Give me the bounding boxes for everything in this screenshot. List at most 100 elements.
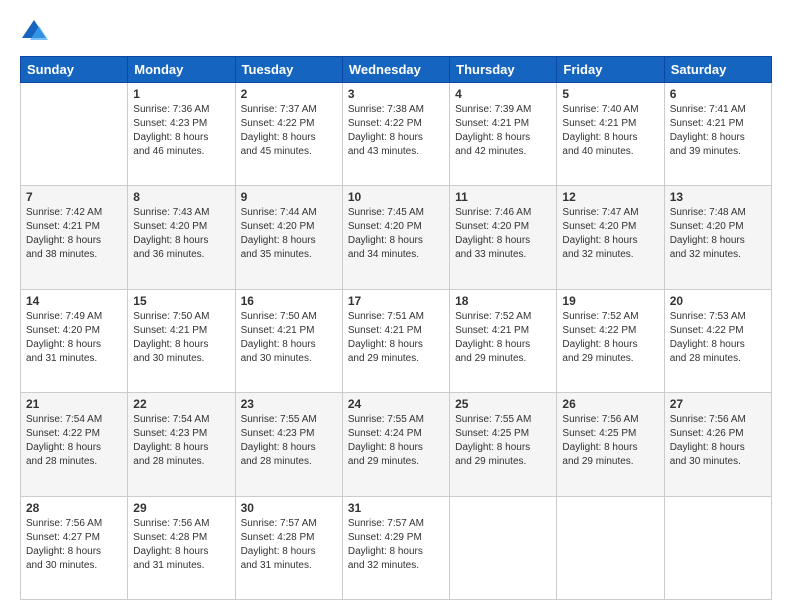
calendar-cell: 18Sunrise: 7:52 AMSunset: 4:21 PMDayligh… — [450, 289, 557, 392]
day-info: Sunrise: 7:37 AMSunset: 4:22 PMDaylight:… — [241, 103, 337, 159]
calendar-cell: 16Sunrise: 7:50 AMSunset: 4:21 PMDayligh… — [235, 289, 342, 392]
day-info: Sunrise: 7:56 AMSunset: 4:28 PMDaylight:… — [133, 517, 229, 573]
day-number: 23 — [241, 397, 337, 411]
logo-icon — [20, 18, 48, 46]
day-info: Sunrise: 7:55 AMSunset: 4:25 PMDaylight:… — [455, 413, 551, 469]
calendar-cell: 26 Sunrise: 7:56 AMSunset: 4:25 PMDayligh… — [557, 393, 664, 496]
calendar-cell: 4 Sunrise: 7:39 AMSunset: 4:21 PMDaylight… — [450, 83, 557, 186]
calendar-header-thursday: Thursday — [450, 57, 557, 83]
day-info: Sunrise: 7:39 AMSunset: 4:21 PMDaylight:… — [455, 103, 551, 159]
day-number: 7 — [26, 190, 122, 204]
calendar-cell — [664, 496, 771, 599]
day-info: Sunrise: 7:50 AMSunset: 4:21 PMDaylight:… — [133, 310, 229, 366]
calendar-cell: 15 Sunrise: 7:50 AMSunset: 4:21 PMDayligh… — [128, 289, 235, 392]
day-number: 30 — [241, 501, 337, 515]
day-info: Sunrise: 7:36 AMSunset: 4:23 PMDaylight:… — [133, 103, 229, 159]
day-info: Sunrise: 7:45 AMSunset: 4:20 PMDaylight:… — [348, 206, 444, 262]
day-number: 26 — [562, 397, 658, 411]
day-info: Sunrise: 7:57 AMSunset: 4:28 PMDaylight:… — [241, 517, 337, 573]
calendar-cell: 25 Sunrise: 7:55 AMSunset: 4:25 PMDayligh… — [450, 393, 557, 496]
calendar-header-friday: Friday — [557, 57, 664, 83]
day-number: 16 — [241, 294, 337, 308]
day-number: 5 — [562, 87, 658, 101]
logo — [20, 18, 52, 46]
calendar-cell: 24 Sunrise: 7:55 AMSunset: 4:24 PMDayligh… — [342, 393, 449, 496]
day-number: 6 — [670, 87, 766, 101]
calendar-week-3: 14Sunrise: 7:49 AMSunset: 4:20 PMDayligh… — [21, 289, 772, 392]
calendar-cell: 10 Sunrise: 7:45 AMSunset: 4:20 PMDayligh… — [342, 186, 449, 289]
day-info: Sunrise: 7:42 AMSunset: 4:21 PMDaylight:… — [26, 206, 122, 262]
calendar-table: SundayMondayTuesdayWednesdayThursdayFrid… — [20, 56, 772, 600]
calendar-cell: 12 Sunrise: 7:47 AMSunset: 4:20 PMDayligh… — [557, 186, 664, 289]
day-number: 27 — [670, 397, 766, 411]
day-number: 3 — [348, 87, 444, 101]
calendar-header-saturday: Saturday — [664, 57, 771, 83]
day-info: Sunrise: 7:55 AMSunset: 4:24 PMDaylight:… — [348, 413, 444, 469]
day-number: 10 — [348, 190, 444, 204]
day-number: 12 — [562, 190, 658, 204]
day-info: Sunrise: 7:43 AMSunset: 4:20 PMDaylight:… — [133, 206, 229, 262]
day-info: Sunrise: 7:41 AMSunset: 4:21 PMDaylight:… — [670, 103, 766, 159]
calendar-cell: 8 Sunrise: 7:43 AMSunset: 4:20 PMDaylight… — [128, 186, 235, 289]
day-number: 31 — [348, 501, 444, 515]
day-number: 15 — [133, 294, 229, 308]
calendar-cell — [557, 496, 664, 599]
day-info: Sunrise: 7:57 AMSunset: 4:29 PMDaylight:… — [348, 517, 444, 573]
day-info: Sunrise: 7:46 AMSunset: 4:20 PMDaylight:… — [455, 206, 551, 262]
day-number: 21 — [26, 397, 122, 411]
day-number: 2 — [241, 87, 337, 101]
day-number: 13 — [670, 190, 766, 204]
day-info: Sunrise: 7:56 AMSunset: 4:27 PMDaylight:… — [26, 517, 122, 573]
calendar-header-monday: Monday — [128, 57, 235, 83]
calendar-cell: 14Sunrise: 7:49 AMSunset: 4:20 PMDayligh… — [21, 289, 128, 392]
header — [20, 18, 772, 46]
calendar-cell: 13 Sunrise: 7:48 AMSunset: 4:20 PMDayligh… — [664, 186, 771, 289]
day-number: 9 — [241, 190, 337, 204]
calendar-week-5: 28 Sunrise: 7:56 AMSunset: 4:27 PMDayligh… — [21, 496, 772, 599]
day-number: 25 — [455, 397, 551, 411]
day-info: Sunrise: 7:53 AMSunset: 4:22 PMDaylight:… — [670, 310, 766, 366]
calendar-cell: 31 Sunrise: 7:57 AMSunset: 4:29 PMDayligh… — [342, 496, 449, 599]
day-info: Sunrise: 7:44 AMSunset: 4:20 PMDaylight:… — [241, 206, 337, 262]
day-number: 24 — [348, 397, 444, 411]
calendar-week-4: 21 Sunrise: 7:54 AMSunset: 4:22 PMDayligh… — [21, 393, 772, 496]
calendar-cell: 6 Sunrise: 7:41 AMSunset: 4:21 PMDaylight… — [664, 83, 771, 186]
day-number: 29 — [133, 501, 229, 515]
day-info: Sunrise: 7:38 AMSunset: 4:22 PMDaylight:… — [348, 103, 444, 159]
day-number: 1 — [133, 87, 229, 101]
day-number: 28 — [26, 501, 122, 515]
calendar-week-2: 7 Sunrise: 7:42 AMSunset: 4:21 PMDaylight… — [21, 186, 772, 289]
day-info: Sunrise: 7:40 AMSunset: 4:21 PMDaylight:… — [562, 103, 658, 159]
calendar-header-row: SundayMondayTuesdayWednesdayThursdayFrid… — [21, 57, 772, 83]
calendar-header-tuesday: Tuesday — [235, 57, 342, 83]
calendar-cell: 3 Sunrise: 7:38 AMSunset: 4:22 PMDaylight… — [342, 83, 449, 186]
calendar-cell: 23 Sunrise: 7:55 AMSunset: 4:23 PMDayligh… — [235, 393, 342, 496]
calendar-cell: 22 Sunrise: 7:54 AMSunset: 4:23 PMDayligh… — [128, 393, 235, 496]
day-info: Sunrise: 7:52 AMSunset: 4:22 PMDaylight:… — [562, 310, 658, 366]
calendar-cell: 27Sunrise: 7:56 AMSunset: 4:26 PMDayligh… — [664, 393, 771, 496]
day-number: 20 — [670, 294, 766, 308]
day-info: Sunrise: 7:48 AMSunset: 4:20 PMDaylight:… — [670, 206, 766, 262]
calendar-cell: 30 Sunrise: 7:57 AMSunset: 4:28 PMDayligh… — [235, 496, 342, 599]
day-info: Sunrise: 7:47 AMSunset: 4:20 PMDaylight:… — [562, 206, 658, 262]
calendar-cell: 20 Sunrise: 7:53 AMSunset: 4:22 PMDayligh… — [664, 289, 771, 392]
day-number: 17 — [348, 294, 444, 308]
day-info: Sunrise: 7:55 AMSunset: 4:23 PMDaylight:… — [241, 413, 337, 469]
day-number: 19 — [562, 294, 658, 308]
page: SundayMondayTuesdayWednesdayThursdayFrid… — [0, 0, 792, 612]
day-number: 4 — [455, 87, 551, 101]
calendar-cell: 29 Sunrise: 7:56 AMSunset: 4:28 PMDayligh… — [128, 496, 235, 599]
day-number: 18 — [455, 294, 551, 308]
calendar-cell: 17 Sunrise: 7:51 AMSunset: 4:21 PMDayligh… — [342, 289, 449, 392]
day-info: Sunrise: 7:54 AMSunset: 4:22 PMDaylight:… — [26, 413, 122, 469]
day-number: 8 — [133, 190, 229, 204]
calendar-cell — [21, 83, 128, 186]
calendar-cell: 7 Sunrise: 7:42 AMSunset: 4:21 PMDaylight… — [21, 186, 128, 289]
day-number: 22 — [133, 397, 229, 411]
day-info: Sunrise: 7:54 AMSunset: 4:23 PMDaylight:… — [133, 413, 229, 469]
day-info: Sunrise: 7:51 AMSunset: 4:21 PMDaylight:… — [348, 310, 444, 366]
calendar-cell: 9 Sunrise: 7:44 AMSunset: 4:20 PMDaylight… — [235, 186, 342, 289]
day-info: Sunrise: 7:56 AMSunset: 4:25 PMDaylight:… — [562, 413, 658, 469]
calendar-cell: 19 Sunrise: 7:52 AMSunset: 4:22 PMDayligh… — [557, 289, 664, 392]
day-info: Sunrise: 7:49 AMSunset: 4:20 PMDaylight:… — [26, 310, 122, 366]
